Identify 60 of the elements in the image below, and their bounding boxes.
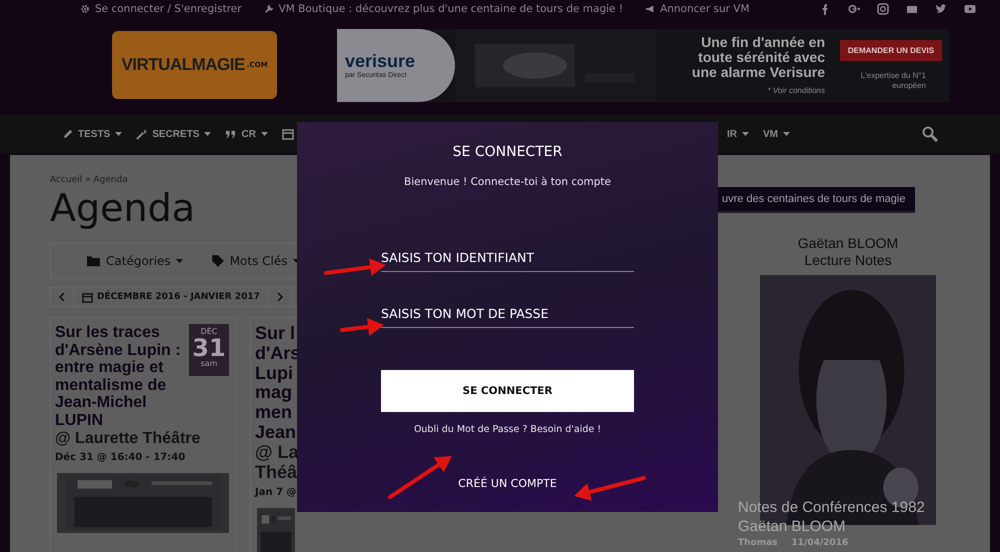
- event-time: Jan 7 @: [255, 487, 298, 498]
- caret-icon: [260, 132, 268, 136]
- annotation-arrow: [388, 456, 452, 499]
- ad-tagline: L'expertise du N°1 européen: [860, 71, 926, 90]
- gear-icon: [80, 4, 90, 14]
- chevron-left-icon: [59, 293, 65, 301]
- youtube-icon[interactable]: [964, 2, 976, 14]
- modal-subtitle: Bienvenue ! Connecte-toi à ton compte: [404, 176, 611, 188]
- annotation-arrow: [574, 476, 646, 501]
- date-badge: DÉC 31 sam: [189, 324, 229, 376]
- top-link[interactable]: Se connecter / S'enregistrer: [80, 2, 242, 14]
- caret-icon: [176, 259, 183, 263]
- folder-icon: [87, 254, 101, 268]
- ad-brand: verisure: [345, 51, 416, 72]
- nav-item[interactable]: CR: [225, 128, 268, 140]
- megaphone-icon: [645, 4, 656, 14]
- nav-item[interactable]: IR: [727, 128, 749, 140]
- modal-title: SE CONNECTER: [452, 144, 562, 160]
- caret-icon: [204, 132, 212, 136]
- filter-dropdown[interactable]: Catégories: [87, 254, 183, 268]
- wrench-icon: [264, 4, 274, 14]
- page-title: Agenda: [50, 189, 196, 227]
- nav-item[interactable]: VM: [763, 128, 790, 140]
- wand-icon: [136, 128, 148, 140]
- login-button[interactable]: SE CONNECTER: [381, 370, 634, 412]
- caret-icon: [783, 132, 790, 136]
- caret-icon: [742, 132, 749, 136]
- post-author: Thomas: [738, 538, 778, 548]
- twitter-icon[interactable]: [935, 2, 947, 14]
- event-time: Déc 31 @ 16:40 - 17:40: [55, 452, 186, 464]
- chevron-right-icon: [276, 293, 283, 301]
- calendar-icon: [82, 292, 93, 302]
- event-title[interactable]: Sur les traces d'Arsène Lupin : entre magie et mentalisme de Jean-Michel LUPIN: [55, 324, 185, 430]
- google-icon[interactable]: [848, 2, 860, 14]
- event-location: @ La Théâ: [255, 442, 300, 482]
- top-link[interactable]: Annoncer sur VM: [645, 2, 750, 14]
- instagram-icon[interactable]: [877, 2, 889, 14]
- calendar-icon[interactable]: [282, 128, 294, 140]
- forgot-password-link[interactable]: Oubli du Mot de Passe ? Besoin d'aide !: [414, 424, 602, 435]
- post-date: 11/04/2016: [792, 538, 848, 548]
- event-location: @ Laurette Théâtre: [55, 430, 202, 448]
- quote-icon: [225, 128, 236, 140]
- book-title: Gaëtan BLOOM Lecture Notes: [798, 235, 898, 269]
- annotation-arrow: [340, 318, 384, 336]
- create-account-link[interactable]: CRÉÉ UN COMPTE: [458, 477, 557, 490]
- tag-icon: [210, 254, 225, 268]
- ad-note: * Voir conditions: [767, 86, 825, 95]
- caret-icon: [115, 132, 122, 136]
- breadcrumb: Accueil » Agenda: [50, 175, 128, 185]
- password-field[interactable]: SAISIS TON MOT DE PASSE: [381, 306, 634, 328]
- ad-headline: Une fin d'année en toute sérénité avec une alarme Verisure: [690, 35, 825, 80]
- username-field[interactable]: SAISIS TON IDENTIFIANT: [381, 250, 634, 272]
- pencil-icon: [62, 128, 73, 140]
- widget-heading: uvre des centaines de tours de magie: [718, 187, 916, 213]
- quote-button[interactable]: DEMANDER UN DEVIS: [840, 40, 942, 61]
- top-link[interactable]: VM Boutique : découvrez plus d'une centaine de tours de magie !: [264, 2, 624, 14]
- filter-dropdown[interactable]: Mots Clés: [210, 254, 300, 268]
- nav-item[interactable]: SECRETS: [136, 128, 212, 140]
- search-icon[interactable]: [922, 126, 938, 142]
- nav-item[interactable]: TESTS: [62, 128, 122, 140]
